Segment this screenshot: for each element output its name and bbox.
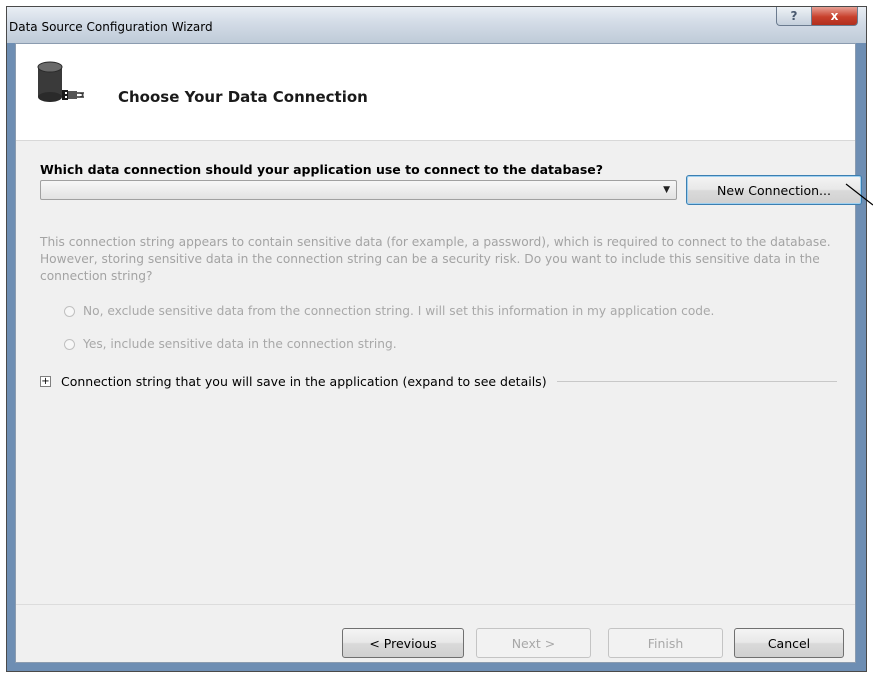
wizard-body: Choose Your Data Connection Which data c…	[15, 43, 862, 663]
connection-string-label: Connection string that you will save in …	[61, 374, 547, 389]
include-sensitive-label: Yes, include sensitive data in the conne…	[83, 337, 397, 351]
help-icon: ?	[790, 9, 798, 23]
finish-button[interactable]: Finish	[608, 628, 723, 658]
expand-icon[interactable]: +	[40, 376, 51, 387]
next-button[interactable]: Next >	[476, 628, 591, 658]
close-button[interactable]: x	[812, 7, 858, 26]
page-title: Choose Your Data Connection	[118, 88, 368, 106]
cancel-button[interactable]: Cancel	[734, 628, 844, 658]
exclude-sensitive-radio[interactable]	[64, 305, 75, 317]
previous-button[interactable]: < Previous	[342, 628, 464, 658]
include-sensitive-radio-row[interactable]: Yes, include sensitive data in the conne…	[64, 337, 397, 351]
exclude-sensitive-radio-row[interactable]: No, exclude sensitive data from the conn…	[64, 304, 714, 318]
footer-divider	[16, 604, 855, 605]
help-button[interactable]: ?	[776, 7, 812, 26]
database-connection-icon	[37, 61, 84, 102]
new-connection-button[interactable]: New Connection...	[686, 175, 862, 205]
exclude-sensitive-label: No, exclude sensitive data from the conn…	[83, 304, 715, 318]
title-bar[interactable]: Data Source Configuration Wizard ? x	[7, 7, 866, 43]
sensitive-data-message: This connection string appears to contai…	[40, 235, 831, 283]
title-bar-buttons: ? x	[776, 7, 858, 27]
data-connection-dropdown[interactable]: ▼	[40, 180, 677, 200]
include-sensitive-radio[interactable]	[64, 338, 75, 350]
connection-question-label: Which data connection should your applic…	[40, 162, 604, 177]
divider	[556, 381, 837, 382]
connection-string-details: + Connection string that you will save i…	[40, 374, 837, 389]
window-title: Data Source Configuration Wizard	[9, 20, 213, 34]
chevron-down-icon: ▼	[663, 185, 670, 195]
wizard-window: Data Source Configuration Wizard ? x Cho…	[6, 6, 867, 672]
close-icon: x	[830, 9, 839, 23]
wizard-header: Choose Your Data Connection	[16, 44, 855, 141]
